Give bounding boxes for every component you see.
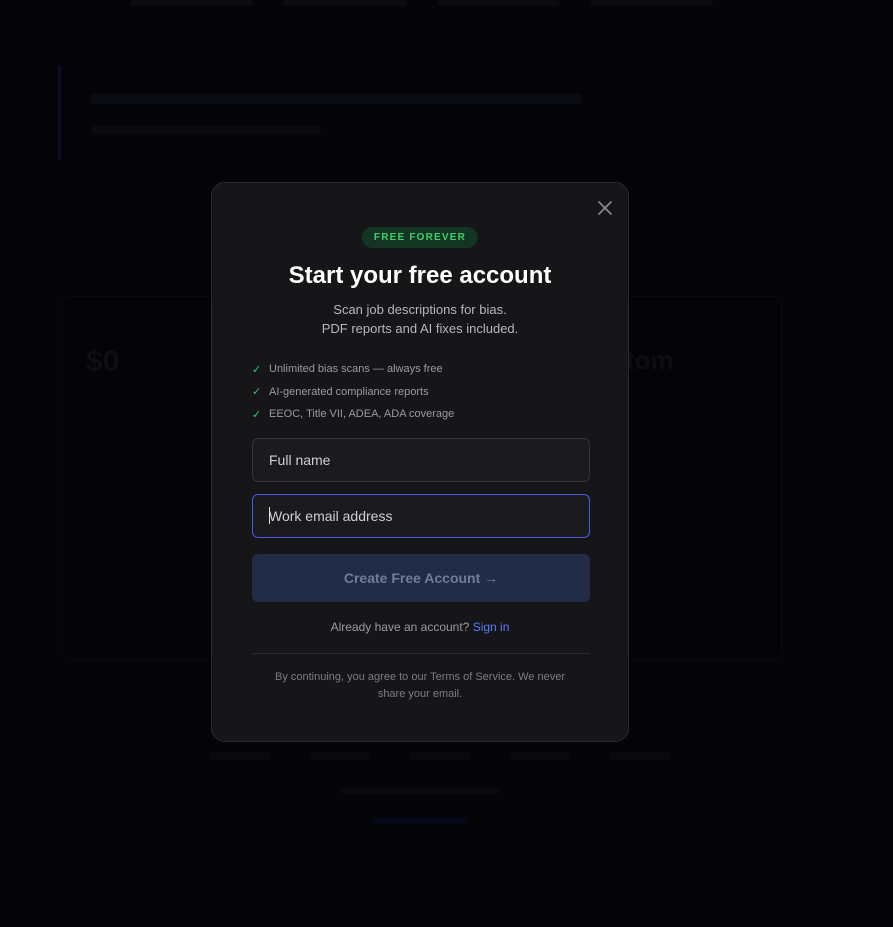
background-feature-item — [589, 0, 713, 6]
background-feature-item — [130, 0, 254, 6]
create-account-button[interactable]: Create Free Account → — [252, 554, 590, 602]
full-name-input[interactable] — [252, 438, 590, 482]
background-footer-link — [610, 752, 670, 760]
background-price-custom: tom — [626, 345, 674, 375]
background-feature-item — [283, 0, 407, 6]
divider — [252, 653, 590, 654]
signin-link[interactable]: Sign in — [473, 620, 510, 634]
background-feature-bar — [130, 0, 713, 8]
background-price-free: $0 — [86, 345, 120, 378]
signin-prompt: Already have an account? — [330, 620, 473, 634]
free-forever-badge: FREE FOREVER — [361, 227, 479, 248]
subtitle-line: PDF reports and AI fixes included. — [321, 321, 519, 336]
text-caret — [269, 507, 270, 524]
background-footer-links — [210, 752, 670, 760]
close-icon — [598, 201, 612, 215]
feature-text: EEOC, Title VII, ADEA, ADA coverage — [269, 408, 455, 421]
check-icon: ✓ — [252, 363, 262, 376]
background-footer-link — [410, 752, 470, 760]
background-callout-line — [91, 94, 581, 104]
background-footer-link — [210, 752, 270, 760]
background-footer-link — [310, 752, 370, 760]
modal-subtitle: Scan job descriptions for bias. PDF repo… — [212, 300, 628, 338]
modal-title: Start your free account — [288, 262, 552, 289]
close-button[interactable] — [595, 198, 615, 218]
background-footer-link — [510, 752, 570, 760]
feature-item: ✓ EEOC, Title VII, ADEA, ADA coverage — [252, 403, 454, 426]
feature-text: AI-generated compliance reports — [269, 385, 429, 398]
feature-list: ✓ Unlimited bias scans — always free ✓ A… — [252, 358, 454, 426]
background-callout — [58, 66, 783, 160]
work-email-input[interactable] — [252, 494, 590, 538]
background-feature-item — [436, 0, 560, 6]
background-callout-line — [91, 126, 321, 134]
signin-row: Already have an account? Sign in — [212, 620, 628, 634]
feature-item: ✓ AI-generated compliance reports — [252, 381, 454, 404]
signup-modal: FREE FOREVER Start your free account Sca… — [211, 182, 629, 742]
legal-notice: By continuing, you agree to our Terms of… — [274, 671, 566, 700]
subtitle-line: Scan job descriptions for bias. — [333, 302, 507, 317]
background-footer-text — [340, 788, 500, 794]
check-icon: ✓ — [252, 408, 262, 421]
check-icon: ✓ — [252, 386, 262, 399]
feature-item: ✓ Unlimited bias scans — always free — [252, 358, 454, 381]
background-footer-link — [372, 818, 468, 824]
feature-text: Unlimited bias scans — always free — [269, 363, 443, 376]
